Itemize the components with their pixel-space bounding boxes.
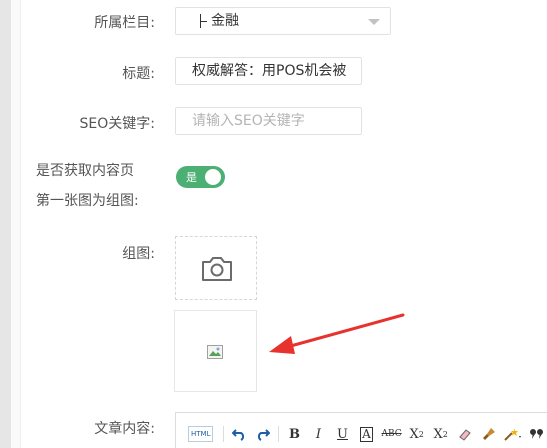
italic-button[interactable]: I [309, 424, 327, 444]
superscript-button[interactable]: X2 [408, 424, 426, 444]
gallery-upload-button[interactable] [175, 236, 257, 300]
toolbar-divider [278, 426, 280, 442]
first-image-label-line1: 是否获取内容页 [36, 163, 134, 179]
blockquote-button[interactable] [528, 424, 546, 444]
first-image-toggle[interactable]: 是 [176, 166, 225, 188]
undo-icon [232, 429, 245, 441]
tree-branch-icon [198, 14, 208, 28]
brush-icon [482, 428, 495, 440]
format-brush-button[interactable] [480, 424, 498, 444]
content-editor[interactable]: HTML B I U A ABC X2 X2 [175, 412, 547, 448]
title-input[interactable]: 权威解答：用POS机会被 [175, 57, 362, 85]
subscript-label: X [433, 426, 443, 442]
category-value: 金融 [211, 13, 239, 29]
superscript-mark: 2 [418, 429, 424, 439]
title-label: 标题: [122, 66, 155, 82]
magic-wand-icon [503, 428, 521, 441]
chevron-down-icon [368, 19, 380, 25]
side-panel-edge [0, 0, 11, 448]
category-label: 所属栏目: [94, 15, 155, 31]
broken-image-icon [207, 345, 223, 359]
toggle-knob [205, 169, 221, 185]
toolbar-divider [223, 426, 225, 442]
gallery-label: 组图: [122, 246, 155, 262]
subscript-button[interactable]: X2 [432, 424, 450, 444]
side-panel-border [11, 0, 21, 448]
camera-icon [202, 257, 232, 281]
seo-label: SEO关键字: [79, 116, 155, 132]
redo-button[interactable] [254, 424, 272, 444]
first-image-label-line2: 第一张图为组图: [36, 193, 139, 209]
seo-input[interactable]: 请输入SEO关键字 [175, 107, 362, 135]
redo-icon [258, 429, 271, 441]
gallery-image-thumbnail[interactable] [174, 310, 257, 392]
toggle-text: 是 [186, 171, 197, 184]
category-select[interactable]: 金融 [175, 7, 391, 35]
font-border-button[interactable]: A [357, 424, 375, 444]
superscript-label: X [409, 426, 419, 442]
html-source-button[interactable]: HTML [188, 426, 214, 442]
title-value: 权威解答：用POS机会被 [192, 63, 347, 79]
annotation-arrow [269, 313, 405, 354]
strikethrough-button[interactable]: ABC [381, 424, 401, 444]
content-label: 文章内容: [94, 421, 155, 437]
editor-toolbar: HTML B I U A ABC X2 X2 [188, 423, 547, 445]
quote-icon [529, 429, 543, 439]
undo-button[interactable] [230, 424, 248, 444]
eraser-icon [458, 429, 471, 441]
eraser-button[interactable] [456, 424, 474, 444]
bold-button[interactable]: B [285, 424, 303, 444]
magic-format-button[interactable] [503, 424, 522, 444]
font-border-label: A [360, 426, 373, 442]
subscript-mark: 2 [442, 429, 448, 439]
underline-button[interactable]: U [333, 424, 351, 444]
first-image-label: 是否获取内容页 第一张图为组图: [36, 156, 139, 216]
seo-placeholder: 请输入SEO关键字 [192, 113, 305, 129]
